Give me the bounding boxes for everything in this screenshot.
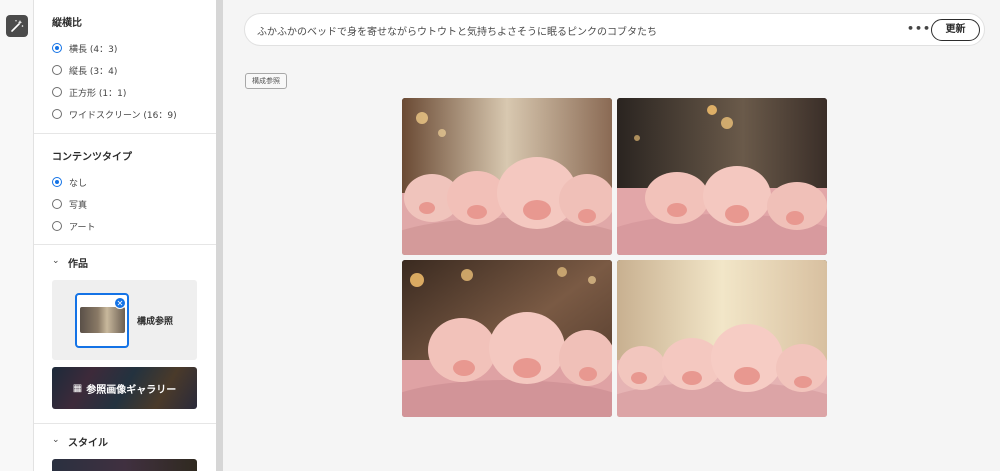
aspect-option-label: 横長 (4：3): [69, 44, 118, 55]
aspect-option-label: ワイドスクリーン (16：9): [69, 110, 177, 121]
aspect-option-label: 正方形 (1：1): [69, 88, 127, 99]
more-horizontal-icon[interactable]: •••: [907, 22, 931, 35]
refresh-button[interactable]: 更新: [931, 19, 980, 41]
result-image-4[interactable]: [617, 260, 827, 417]
divider: [34, 244, 216, 245]
aspect-option-square[interactable]: 正方形 (1：1): [52, 85, 126, 99]
prompt-bar[interactable]: ふかふかのベッドで身を寄せながらウトウトと気持ちよさそうに眠るピンクのコブタたち…: [244, 13, 985, 46]
reference-gallery-button[interactable]: ▦ 参照画像ギャラリー: [52, 367, 197, 409]
content-option-none[interactable]: なし: [52, 175, 87, 189]
content-option-label: 写真: [69, 200, 88, 211]
works-title[interactable]: 作品: [68, 255, 88, 270]
prompt-input[interactable]: ふかふかのベッドで身を寄せながらウトウトと気持ちよさそうに眠るピンクのコブタたち: [257, 23, 657, 38]
settings-panel: 縦横比 横長 (4：3) 縦長 (3：4) 正方形 (1：1) ワイドスクリーン…: [34, 0, 216, 471]
chevron-down-icon[interactable]: ⌄: [52, 256, 60, 266]
aspect-option-widescreen[interactable]: ワイドスクリーン (16：9): [52, 107, 177, 121]
divider: [34, 423, 216, 424]
result-image-2[interactable]: [617, 98, 827, 255]
composition-reference-tag[interactable]: 構成参照: [245, 73, 287, 89]
content-option-label: なし: [69, 178, 88, 189]
aspect-option-portrait[interactable]: 縦長 (3：4): [52, 63, 117, 77]
radio-icon[interactable]: [52, 87, 62, 97]
grid-icon: ▦: [72, 382, 83, 394]
gallery-label: 参照画像ギャラリー: [86, 384, 177, 396]
content-type-title: コンテンツタイプ: [52, 152, 132, 163]
reference-card[interactable]: ✕ 構成参照: [52, 280, 197, 360]
style-thumbnail-strip[interactable]: [52, 459, 197, 471]
result-image-1[interactable]: [402, 98, 612, 255]
style-title[interactable]: スタイル: [68, 434, 108, 449]
reference-label: 構成参照: [137, 317, 174, 327]
aspect-option-landscape[interactable]: 横長 (4：3): [52, 41, 117, 55]
radio-icon[interactable]: [52, 43, 62, 53]
content-option-label: アート: [69, 222, 96, 233]
radio-icon[interactable]: [52, 65, 62, 75]
content-option-photo[interactable]: 写真: [52, 197, 87, 211]
aspect-option-label: 縦長 (3：4): [69, 66, 118, 77]
chevron-down-icon[interactable]: ⌄: [52, 435, 60, 445]
result-image-3[interactable]: [402, 260, 612, 417]
tool-rail: [0, 0, 34, 471]
radio-icon[interactable]: [52, 221, 62, 231]
panel-scrollbar[interactable]: [216, 0, 223, 471]
divider: [34, 133, 216, 134]
remove-icon[interactable]: ✕: [114, 297, 126, 309]
radio-icon[interactable]: [52, 177, 62, 187]
magic-wand-icon[interactable]: [6, 15, 28, 37]
content-option-art[interactable]: アート: [52, 219, 95, 233]
radio-icon[interactable]: [52, 199, 62, 209]
radio-icon[interactable]: [52, 109, 62, 119]
reference-image: [80, 307, 125, 333]
aspect-ratio-title: 縦横比: [52, 18, 82, 29]
